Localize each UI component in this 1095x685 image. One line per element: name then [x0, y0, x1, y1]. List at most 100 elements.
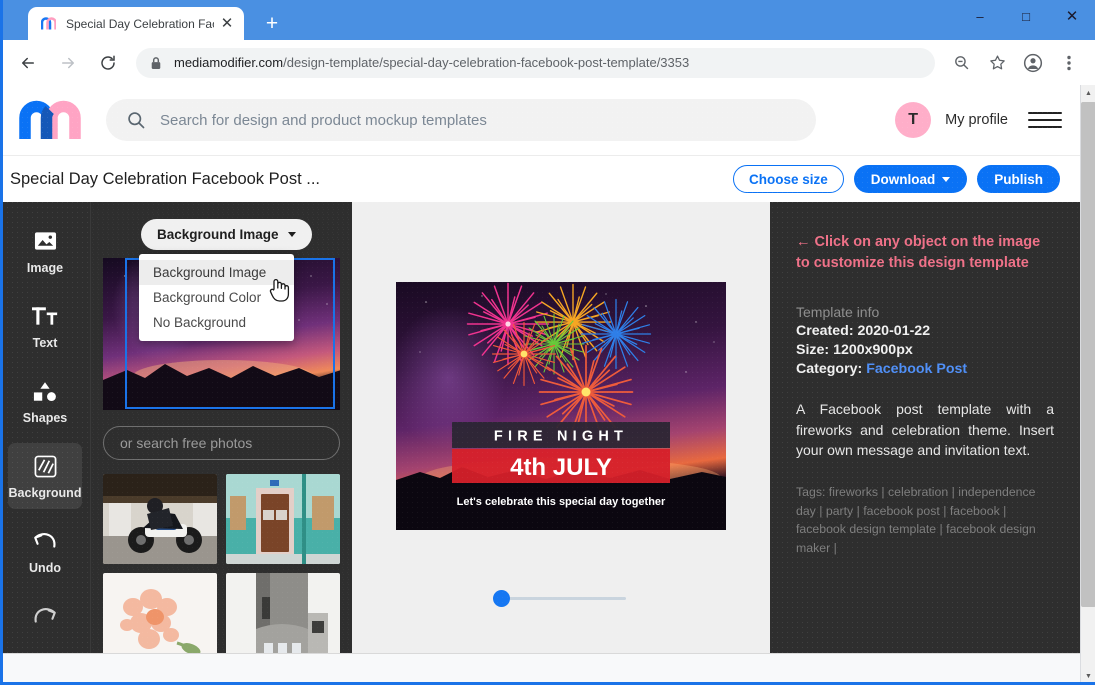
category-link[interactable]: Facebook Post — [866, 361, 967, 377]
sidebar-item-text[interactable]: Text — [8, 293, 82, 359]
toolbar-icons — [943, 48, 1087, 78]
template-tags: Tags: fireworks | celebration | independ… — [796, 483, 1054, 557]
image-icon — [34, 228, 57, 254]
template-info-panel: ← Click on any object on the image to cu… — [770, 202, 1080, 670]
template-description: A Facebook post template with a firework… — [796, 399, 1054, 461]
dropdown-button-label: Background Image — [157, 227, 279, 242]
tab-close-icon[interactable]: ✕ — [218, 15, 236, 33]
photo-thumbnail[interactable] — [103, 573, 217, 663]
mediamodifier-m-icon — [40, 15, 57, 32]
hamburger-line — [1028, 119, 1062, 121]
site-search-bar[interactable] — [106, 99, 816, 141]
page-bottom-strip — [0, 653, 1080, 685]
profile-label[interactable]: My profile — [945, 112, 1008, 128]
editor-left-toolbar: Image Text Shapes — [0, 202, 90, 670]
hamburger-line — [1028, 112, 1062, 114]
design-preview[interactable]: FIRE NIGHT 4th JULY Let's celebrate this… — [396, 282, 726, 530]
chevron-down-icon — [288, 232, 296, 237]
browser-tab-strip: Special Day Celebration Faceboo ✕ + – □ … — [0, 0, 1095, 40]
reload-button[interactable] — [93, 48, 123, 78]
url-domain: mediamodifier.com — [174, 55, 283, 70]
sidebar-item-shapes[interactable]: Shapes — [8, 368, 82, 434]
undo-arrow-icon — [32, 528, 58, 554]
created-value: 2020-01-22 — [858, 323, 931, 339]
design-canvas-area: FIRE NIGHT 4th JULY Let's celebrate this… — [352, 202, 770, 670]
editor-area: Image Text Shapes — [0, 202, 1080, 670]
sidebar-item-undo[interactable]: Undo — [8, 518, 82, 584]
template-created-row: Created: 2020-01-22 — [796, 323, 1054, 339]
sidebar-item-label: Image — [27, 261, 63, 275]
maximize-button[interactable]: □ — [1003, 0, 1049, 32]
scrollbar-thumb[interactable] — [1081, 102, 1095, 607]
photo-thumbnail-grid — [103, 474, 340, 663]
scroll-up-arrow-icon[interactable]: ▲ — [1081, 85, 1095, 102]
template-info-heading: Template info — [796, 304, 1054, 320]
window-focus-left-border — [0, 0, 3, 685]
svg-text:Let's celebrate this special d: Let's celebrate this special day togethe… — [457, 496, 666, 508]
search-input[interactable] — [160, 112, 796, 129]
hamburger-menu-icon[interactable] — [1028, 107, 1062, 134]
sidebar-item-image[interactable]: Image — [8, 218, 82, 284]
choose-size-button[interactable]: Choose size — [733, 165, 844, 193]
forward-button[interactable] — [53, 48, 83, 78]
address-bar[interactable]: mediamodifier.com/design-template/specia… — [136, 48, 935, 78]
page-title: Special Day Celebration Facebook Post ..… — [10, 170, 320, 189]
lock-icon — [150, 56, 162, 70]
template-category-row: Category: Facebook Post — [796, 361, 1054, 377]
background-type-dropdown-button[interactable]: Background Image — [141, 219, 312, 250]
download-label: Download — [871, 172, 936, 187]
avatar[interactable]: T — [895, 102, 931, 138]
photo-thumbnail[interactable] — [226, 573, 340, 663]
zoom-out-icon[interactable] — [946, 48, 976, 78]
browser-toolbar: mediamodifier.com/design-template/specia… — [0, 40, 1095, 85]
size-value: 1200x900px — [833, 342, 913, 358]
publish-button[interactable]: Publish — [977, 165, 1060, 193]
web-page: T My profile Special Day Celebration Fac… — [0, 85, 1080, 685]
close-window-button[interactable]: ✕ — [1049, 0, 1095, 32]
sidebar-item-label: Text — [33, 336, 58, 350]
search-icon — [126, 110, 146, 130]
template-size-row: Size: 1200x900px — [796, 342, 1054, 358]
browser-tab-title: Special Day Celebration Faceboo — [66, 17, 214, 31]
address-bar-url: mediamodifier.com/design-template/specia… — [174, 55, 689, 70]
star-icon[interactable] — [982, 48, 1012, 78]
url-path: /design-template/special-day-celebration… — [283, 55, 689, 70]
sidebar-item-label: Shapes — [23, 411, 67, 425]
new-tab-button[interactable]: + — [258, 9, 286, 37]
svg-text:4th JULY: 4th JULY — [510, 454, 612, 481]
hamburger-line — [1028, 126, 1062, 128]
photo-thumbnail[interactable] — [103, 474, 217, 564]
document-actions: Choose size Download Publish — [733, 165, 1068, 193]
zoom-slider-track[interactable] — [496, 597, 626, 600]
site-header: T My profile — [0, 85, 1080, 155]
browser-window: Special Day Celebration Faceboo ✕ + – □ … — [0, 0, 1095, 685]
free-photo-search-box[interactable] — [103, 426, 340, 460]
document-title-bar: Special Day Celebration Facebook Post ..… — [0, 155, 1080, 202]
window-controls: – □ ✕ — [957, 0, 1095, 40]
page-scrollbar[interactable]: ▲ ▼ — [1080, 85, 1095, 685]
account-icon[interactable] — [1018, 48, 1048, 78]
minimize-button[interactable]: – — [957, 0, 1003, 32]
dropdown-option-no-background[interactable]: No Background — [139, 310, 294, 335]
created-label: Created: — [796, 323, 854, 339]
back-button[interactable] — [13, 48, 43, 78]
sidebar-item-background[interactable]: Background — [8, 443, 82, 509]
size-label: Size: — [796, 342, 829, 358]
mediamodifier-logo[interactable] — [18, 97, 90, 143]
sidebar-item-label: Background — [9, 486, 82, 500]
photo-search-input[interactable] — [120, 435, 323, 451]
zoom-slider[interactable] — [496, 588, 626, 608]
browser-tab[interactable]: Special Day Celebration Faceboo ✕ — [28, 7, 244, 40]
zoom-slider-handle[interactable] — [493, 590, 510, 607]
sidebar-item-label: Undo — [29, 561, 61, 575]
background-pattern-icon — [34, 453, 57, 479]
svg-text:FIRE NIGHT: FIRE NIGHT — [494, 429, 628, 445]
download-button[interactable]: Download — [854, 165, 968, 193]
category-label: Category: — [796, 361, 862, 377]
redo-arrow-icon — [32, 603, 58, 629]
sidebar-item-redo[interactable] — [8, 593, 82, 638]
three-dot-menu-icon[interactable] — [1054, 48, 1084, 78]
profile-area[interactable]: T My profile — [895, 102, 1062, 138]
photo-thumbnail[interactable] — [226, 474, 340, 564]
mouse-cursor-pointer-icon — [269, 276, 291, 307]
